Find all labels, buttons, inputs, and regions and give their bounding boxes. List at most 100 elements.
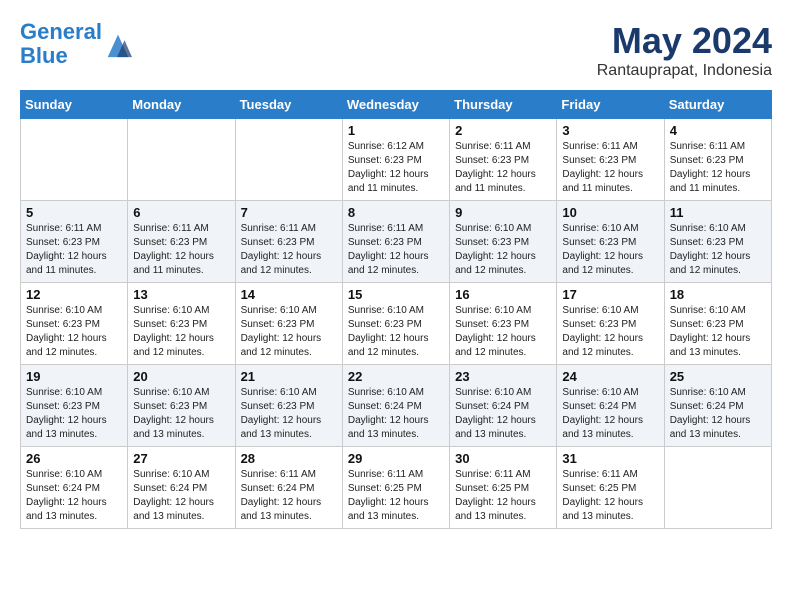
calendar-cell: 13Sunrise: 6:10 AM Sunset: 6:23 PM Dayli… (128, 283, 235, 365)
day-number: 26 (26, 451, 122, 466)
day-info: Sunrise: 6:10 AM Sunset: 6:23 PM Dayligh… (348, 304, 444, 360)
location-label: Rantauprapat, Indonesia (597, 62, 772, 80)
calendar-cell: 2 Sunrise: 6:11 AM Sunset: 6:23 PM Daylig… (450, 119, 557, 201)
calendar-cell: 15 Sunrise: 6:10 AM Sunset: 6:23 PM Dayli… (342, 283, 449, 365)
calendar-cell: 3Sunrise: 6:11 AM Sunset: 6:23 PM Daylig… (557, 119, 664, 201)
day-number: 5 (26, 205, 122, 220)
day-info: Sunrise: 6:10 AM Sunset: 6:23 PM Dayligh… (455, 304, 551, 360)
logo: General Blue (20, 20, 132, 68)
calendar-cell: 28Sunrise: 6:11 AM Sunset: 6:24 PM Dayli… (235, 447, 342, 529)
calendar-cell: 27 Sunrise: 6:10 AM Sunset: 6:24 PM Dayli… (128, 447, 235, 529)
day-info: Sunrise: 6:11 AM Sunset: 6:23 PM Dayligh… (133, 222, 229, 278)
day-info: Sunrise: 6:11 AM Sunset: 6:25 PM Dayligh… (455, 468, 551, 524)
calendar-week-row: 12 Sunrise: 6:10 AM Sunset: 6:23 PM Dayli… (21, 283, 772, 365)
calendar-cell (235, 119, 342, 201)
day-info: Sunrise: 6:11 AM Sunset: 6:23 PM Dayligh… (26, 222, 122, 278)
calendar-cell: 6 Sunrise: 6:11 AM Sunset: 6:23 PM Daylig… (128, 201, 235, 283)
day-number: 23 (455, 369, 551, 384)
day-number: 17 (562, 287, 658, 302)
calendar-cell: 31 Sunrise: 6:11 AM Sunset: 6:25 PM Dayli… (557, 447, 664, 529)
day-info: Sunrise: 6:10 AM Sunset: 6:23 PM Dayligh… (133, 386, 229, 442)
day-number: 30 (455, 451, 551, 466)
weekday-header: Monday (128, 91, 235, 119)
day-info: Sunrise: 6:10 AM Sunset: 6:23 PM Dayligh… (562, 304, 658, 360)
day-info: Sunrise: 6:11 AM Sunset: 6:23 PM Dayligh… (455, 140, 551, 196)
logo-icon (104, 30, 132, 58)
day-number: 9 (455, 205, 551, 220)
calendar-cell: 20 Sunrise: 6:10 AM Sunset: 6:23 PM Dayli… (128, 365, 235, 447)
day-info: Sunrise: 6:10 AM Sunset: 6:24 PM Dayligh… (133, 468, 229, 524)
day-info: Sunrise: 6:11 AM Sunset: 6:23 PM Dayligh… (562, 140, 658, 196)
day-info: Sunrise: 6:12 AM Sunset: 6:23 PM Dayligh… (348, 140, 444, 196)
day-info: Sunrise: 6:10 AM Sunset: 6:23 PM Dayligh… (562, 222, 658, 278)
calendar-cell: 1 Sunrise: 6:12 AM Sunset: 6:23 PM Daylig… (342, 119, 449, 201)
day-info: Sunrise: 6:10 AM Sunset: 6:23 PM Dayligh… (455, 222, 551, 278)
calendar-cell: 11Sunrise: 6:10 AM Sunset: 6:23 PM Dayli… (664, 201, 771, 283)
calendar-cell: 12 Sunrise: 6:10 AM Sunset: 6:23 PM Dayli… (21, 283, 128, 365)
calendar-week-row: 1 Sunrise: 6:12 AM Sunset: 6:23 PM Daylig… (21, 119, 772, 201)
day-number: 10 (562, 205, 658, 220)
calendar-week-row: 19Sunrise: 6:10 AM Sunset: 6:23 PM Dayli… (21, 365, 772, 447)
day-number: 20 (133, 369, 229, 384)
day-info: Sunrise: 6:11 AM Sunset: 6:23 PM Dayligh… (348, 222, 444, 278)
day-number: 11 (670, 205, 766, 220)
day-info: Sunrise: 6:10 AM Sunset: 6:23 PM Dayligh… (26, 304, 122, 360)
calendar-cell: 21Sunrise: 6:10 AM Sunset: 6:23 PM Dayli… (235, 365, 342, 447)
calendar-cell: 14 Sunrise: 6:10 AM Sunset: 6:23 PM Dayli… (235, 283, 342, 365)
weekday-header: Sunday (21, 91, 128, 119)
day-number: 6 (133, 205, 229, 220)
day-info: Sunrise: 6:11 AM Sunset: 6:23 PM Dayligh… (241, 222, 337, 278)
day-number: 22 (348, 369, 444, 384)
calendar-header-row: SundayMondayTuesdayWednesdayThursdayFrid… (21, 91, 772, 119)
calendar-cell (128, 119, 235, 201)
day-number: 2 (455, 123, 551, 138)
calendar-cell: 29 Sunrise: 6:11 AM Sunset: 6:25 PM Dayli… (342, 447, 449, 529)
day-number: 29 (348, 451, 444, 466)
calendar-cell: 17 Sunrise: 6:10 AM Sunset: 6:23 PM Dayli… (557, 283, 664, 365)
weekday-header: Thursday (450, 91, 557, 119)
day-info: Sunrise: 6:10 AM Sunset: 6:24 PM Dayligh… (562, 386, 658, 442)
day-number: 14 (241, 287, 337, 302)
day-info: Sunrise: 6:10 AM Sunset: 6:23 PM Dayligh… (241, 304, 337, 360)
calendar-cell: 30 Sunrise: 6:11 AM Sunset: 6:25 PM Dayli… (450, 447, 557, 529)
calendar-cell: 22Sunrise: 6:10 AM Sunset: 6:24 PM Dayli… (342, 365, 449, 447)
day-info: Sunrise: 6:11 AM Sunset: 6:25 PM Dayligh… (562, 468, 658, 524)
day-number: 25 (670, 369, 766, 384)
day-number: 24 (562, 369, 658, 384)
page-header: General Blue May 2024 Rantauprapat, Indo… (20, 20, 772, 80)
day-info: Sunrise: 6:10 AM Sunset: 6:24 PM Dayligh… (26, 468, 122, 524)
weekday-header: Wednesday (342, 91, 449, 119)
day-info: Sunrise: 6:10 AM Sunset: 6:24 PM Dayligh… (670, 386, 766, 442)
day-number: 8 (348, 205, 444, 220)
day-info: Sunrise: 6:10 AM Sunset: 6:23 PM Dayligh… (133, 304, 229, 360)
calendar-cell (664, 447, 771, 529)
calendar-cell (21, 119, 128, 201)
day-info: Sunrise: 6:11 AM Sunset: 6:23 PM Dayligh… (670, 140, 766, 196)
month-title: May 2024 (597, 20, 772, 62)
day-number: 21 (241, 369, 337, 384)
logo-line2: Blue (20, 43, 68, 68)
day-number: 1 (348, 123, 444, 138)
day-number: 16 (455, 287, 551, 302)
calendar-cell: 25 Sunrise: 6:10 AM Sunset: 6:24 PM Dayli… (664, 365, 771, 447)
calendar-week-row: 26 Sunrise: 6:10 AM Sunset: 6:24 PM Dayli… (21, 447, 772, 529)
calendar-cell: 23 Sunrise: 6:10 AM Sunset: 6:24 PM Dayli… (450, 365, 557, 447)
calendar-cell: 24 Sunrise: 6:10 AM Sunset: 6:24 PM Dayli… (557, 365, 664, 447)
day-info: Sunrise: 6:11 AM Sunset: 6:25 PM Dayligh… (348, 468, 444, 524)
day-number: 4 (670, 123, 766, 138)
day-number: 27 (133, 451, 229, 466)
title-block: May 2024 Rantauprapat, Indonesia (597, 20, 772, 80)
calendar-cell: 8 Sunrise: 6:11 AM Sunset: 6:23 PM Daylig… (342, 201, 449, 283)
day-info: Sunrise: 6:10 AM Sunset: 6:24 PM Dayligh… (455, 386, 551, 442)
day-number: 31 (562, 451, 658, 466)
calendar-cell: 18Sunrise: 6:10 AM Sunset: 6:23 PM Dayli… (664, 283, 771, 365)
calendar-cell: 26 Sunrise: 6:10 AM Sunset: 6:24 PM Dayli… (21, 447, 128, 529)
calendar-cell: 10 Sunrise: 6:10 AM Sunset: 6:23 PM Dayli… (557, 201, 664, 283)
day-number: 7 (241, 205, 337, 220)
calendar-cell: 7 Sunrise: 6:11 AM Sunset: 6:23 PM Daylig… (235, 201, 342, 283)
day-info: Sunrise: 6:10 AM Sunset: 6:23 PM Dayligh… (26, 386, 122, 442)
day-number: 12 (26, 287, 122, 302)
calendar-cell: 5 Sunrise: 6:11 AM Sunset: 6:23 PM Daylig… (21, 201, 128, 283)
calendar-cell: 16 Sunrise: 6:10 AM Sunset: 6:23 PM Dayli… (450, 283, 557, 365)
day-number: 15 (348, 287, 444, 302)
